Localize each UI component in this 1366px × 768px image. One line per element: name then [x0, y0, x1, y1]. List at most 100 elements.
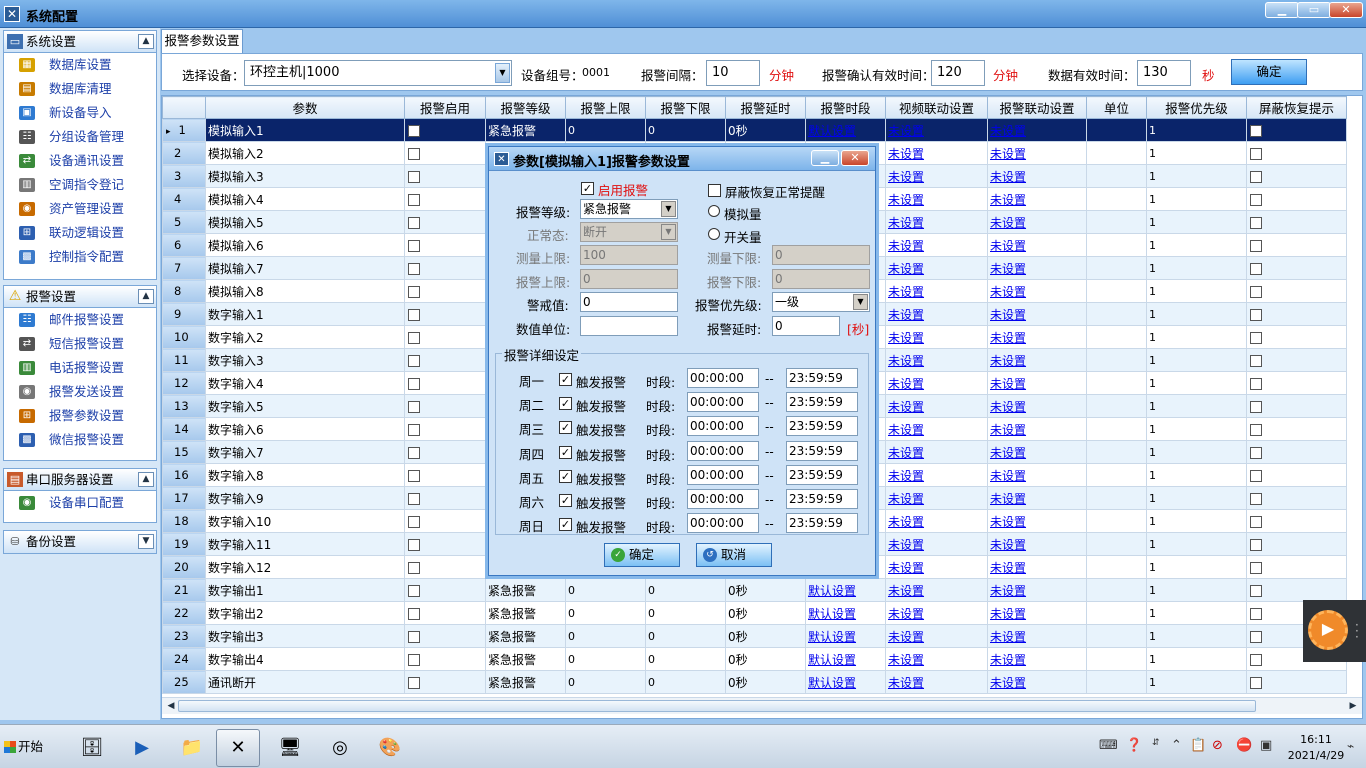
- row-number[interactable]: 21: [162, 578, 206, 602]
- alarm-link[interactable]: 未设置: [990, 124, 1026, 138]
- unit-cell[interactable]: [1086, 233, 1147, 257]
- alarm-link[interactable]: 未设置: [990, 170, 1026, 184]
- alarm-link-cell[interactable]: 未设置: [987, 509, 1087, 533]
- mask-checkbox[interactable]: [1250, 377, 1262, 390]
- param-name-cell[interactable]: 数字输入6: [205, 417, 405, 441]
- enable-checkbox[interactable]: [408, 446, 420, 459]
- mask-cell[interactable]: [1246, 440, 1347, 464]
- alarm-lower-input[interactable]: 0: [772, 269, 870, 289]
- video-link-cell[interactable]: 未设置: [885, 210, 988, 234]
- video-link-cell[interactable]: 未设置: [885, 256, 988, 280]
- mask-checkbox[interactable]: [1250, 469, 1262, 482]
- sidebar-item[interactable]: ⊞ 联动逻辑设置: [4, 221, 156, 245]
- video-link[interactable]: 未设置: [888, 469, 924, 483]
- unit-cell[interactable]: [1086, 210, 1147, 234]
- collapse-icon[interactable]: ▲: [138, 34, 154, 49]
- alarm-link-cell[interactable]: 未设置: [987, 463, 1087, 487]
- video-link[interactable]: 未设置: [888, 354, 924, 368]
- meas-lower-input[interactable]: 0: [772, 245, 870, 265]
- period-link[interactable]: 默认设置: [808, 676, 856, 690]
- column-header[interactable]: 报警优先级: [1146, 96, 1247, 119]
- video-link-cell[interactable]: 未设置: [885, 187, 988, 211]
- video-link[interactable]: 未设置: [888, 308, 924, 322]
- enable-checkbox[interactable]: [408, 262, 420, 275]
- enable-checkbox[interactable]: [408, 538, 420, 551]
- param-name-cell[interactable]: 通讯断开: [205, 670, 405, 694]
- row-number[interactable]: 19: [162, 532, 206, 556]
- table-row[interactable]: ▸ 1 模拟输入1 紧急报警 0 0 0秒 默认设置 未设置 未设置 1: [162, 118, 1347, 142]
- row-number[interactable]: ▸ 1: [162, 118, 206, 142]
- mask-cell[interactable]: [1246, 325, 1347, 349]
- sidebar-item[interactable]: ▩ 微信报警设置: [4, 428, 156, 452]
- lower-cell[interactable]: 0: [645, 624, 726, 648]
- enable-checkbox[interactable]: [408, 653, 420, 666]
- start-time-input[interactable]: 00:00:00: [687, 416, 759, 437]
- unit-cell[interactable]: [1086, 647, 1147, 671]
- param-name-cell[interactable]: 模拟输入3: [205, 164, 405, 188]
- enable-cell[interactable]: [404, 141, 486, 165]
- priority-cell[interactable]: 1: [1146, 118, 1247, 142]
- start-time-input[interactable]: 00:00:00: [687, 489, 759, 509]
- period-cell[interactable]: 默认设置: [805, 647, 886, 671]
- alarm-link-cell[interactable]: 未设置: [987, 486, 1087, 510]
- delay-cell[interactable]: 0秒: [725, 118, 806, 142]
- video-link-cell[interactable]: 未设置: [885, 601, 988, 625]
- dialog-ok-button[interactable]: ✓ 确定: [604, 543, 680, 567]
- alarm-link-cell[interactable]: 未设置: [987, 256, 1087, 280]
- unit-cell[interactable]: [1086, 394, 1147, 418]
- end-time-input[interactable]: 23:59:59: [786, 513, 858, 534]
- priority-cell[interactable]: 1: [1146, 440, 1247, 464]
- mask-cell[interactable]: [1246, 509, 1347, 533]
- dropdown-arrow-icon[interactable]: ▼: [661, 224, 676, 240]
- end-time-input[interactable]: 23:59:59: [786, 368, 858, 388]
- unit-cell[interactable]: [1086, 440, 1147, 464]
- priority-cell[interactable]: 1: [1146, 532, 1247, 556]
- alarm-link-cell[interactable]: 未设置: [987, 302, 1087, 326]
- dialog-close-button[interactable]: ✕: [841, 150, 869, 166]
- row-number[interactable]: 18: [162, 509, 206, 533]
- level-cell[interactable]: 紧急报警: [485, 670, 566, 694]
- network-app-icon[interactable]: ◎: [318, 729, 362, 767]
- level-cell[interactable]: 紧急报警: [485, 647, 566, 671]
- mask-checkbox[interactable]: [1250, 653, 1262, 666]
- alarm-link-cell[interactable]: 未设置: [987, 555, 1087, 579]
- sidebar-item[interactable]: ▥ 电话报警设置: [4, 356, 156, 380]
- mask-checkbox[interactable]: [1250, 262, 1262, 275]
- alarm-link[interactable]: 未设置: [990, 262, 1026, 276]
- enable-checkbox[interactable]: [408, 584, 420, 597]
- alarm-link-cell[interactable]: 未设置: [987, 164, 1087, 188]
- param-name-cell[interactable]: 模拟输入6: [205, 233, 405, 257]
- delay-cell[interactable]: 0秒: [725, 647, 806, 671]
- video-link[interactable]: 未设置: [888, 561, 924, 575]
- delay-cell[interactable]: 0秒: [725, 601, 806, 625]
- row-number[interactable]: 23: [162, 624, 206, 648]
- unit-input[interactable]: [580, 316, 678, 336]
- mask-cell[interactable]: [1246, 164, 1347, 188]
- mask-cell[interactable]: [1246, 670, 1347, 694]
- mask-cell[interactable]: [1246, 578, 1347, 602]
- alarm-link[interactable]: 未设置: [990, 377, 1026, 391]
- end-time-input[interactable]: 23:59:59: [786, 440, 858, 461]
- clock[interactable]: 16:11 2021/4/29: [1286, 732, 1346, 764]
- video-link[interactable]: 未设置: [888, 584, 924, 598]
- video-link[interactable]: 未设置: [888, 653, 924, 667]
- priority-cell[interactable]: 1: [1146, 647, 1247, 671]
- mask-cell[interactable]: [1246, 532, 1347, 556]
- unit-cell[interactable]: [1086, 187, 1147, 211]
- unit-cell[interactable]: [1086, 302, 1147, 326]
- alarm-link[interactable]: 未设置: [990, 308, 1026, 322]
- enable-checkbox[interactable]: [408, 377, 420, 390]
- group-header-serial[interactable]: ▤ 串口服务器设置 ▲: [4, 469, 156, 491]
- video-link[interactable]: 未设置: [888, 446, 924, 460]
- powershell-icon[interactable]: ▶: [120, 729, 164, 767]
- video-link-cell[interactable]: 未设置: [885, 578, 988, 602]
- confirm-button[interactable]: 确定: [1231, 59, 1307, 85]
- param-name-cell[interactable]: 数字输出2: [205, 601, 405, 625]
- enable-cell[interactable]: [404, 118, 486, 142]
- period-link[interactable]: 默认设置: [808, 584, 856, 598]
- enable-checkbox[interactable]: [408, 354, 420, 367]
- period-cell[interactable]: 默认设置: [805, 670, 886, 694]
- recorder-icon[interactable]: ▶: [1308, 610, 1348, 650]
- mask-cell[interactable]: [1246, 463, 1347, 487]
- enable-cell[interactable]: [404, 325, 486, 349]
